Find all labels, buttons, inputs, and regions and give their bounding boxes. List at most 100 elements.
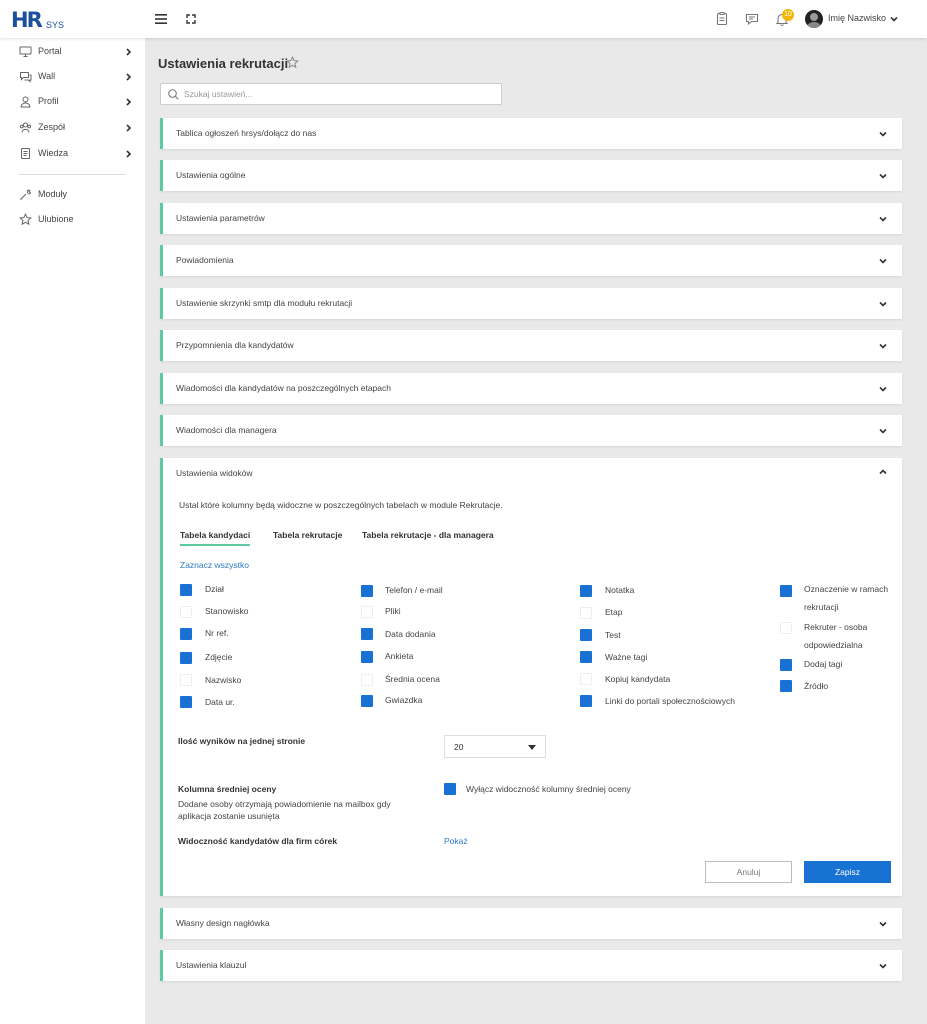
checkbox-oznaczenie[interactable] xyxy=(780,585,792,597)
hrsys-logo[interactable]: HR SYS xyxy=(11,8,71,32)
checkbox-kopiuj-kandydata[interactable] xyxy=(580,673,592,685)
accordion-label: Wiadomości dla managera xyxy=(176,425,277,435)
sidebar-item-profil[interactable]: Profil xyxy=(0,91,145,113)
sidebar-item-moduly[interactable]: Moduły xyxy=(0,184,145,206)
checkbox-label: Nr ref. xyxy=(205,628,229,638)
accordion-general-settings[interactable]: Ustawienia ogólne xyxy=(160,160,902,191)
select-all-link[interactable]: Zaznacz wszystko xyxy=(180,560,249,570)
accordion-label: Wiadomości dla kandydatów na poszczególn… xyxy=(176,383,391,393)
sidebar-item-label: Portal xyxy=(38,46,62,56)
logo-main-text: HR xyxy=(11,8,43,32)
chat-icon xyxy=(20,72,32,83)
checkbox-label: Rekruter - osoba odpowiedzialna xyxy=(804,622,868,650)
sidebar-item-zespol[interactable]: Zespół xyxy=(0,117,145,139)
hamburger-menu-icon[interactable] xyxy=(152,10,170,28)
panel-title: Ustawienia widoków xyxy=(176,468,253,478)
logo-sub-text: SYS xyxy=(46,20,65,30)
checkbox-label: Notatka xyxy=(605,585,635,595)
chevron-right-icon xyxy=(126,124,132,132)
checkbox-label: Dział xyxy=(205,584,224,594)
show-link[interactable]: Pokaż xyxy=(444,836,468,846)
avg-rating-description-line1: Dodane osoby otrzymają powiadomienie na … xyxy=(178,799,391,809)
checkbox-data-dodania[interactable] xyxy=(361,628,373,640)
sidebar-item-wall[interactable]: Wall xyxy=(0,66,145,88)
select-value: 20 xyxy=(454,742,464,752)
checkbox-label: Data ur. xyxy=(205,697,235,707)
checkbox-disable-avg-rating[interactable] xyxy=(444,783,456,795)
checkbox-telefon-email[interactable] xyxy=(361,585,373,597)
accordion-candidate-stage-messages[interactable]: Wiadomości dla kandydatów na poszczególn… xyxy=(160,373,902,404)
accordion-notifications[interactable]: Powiadomienia xyxy=(160,245,902,276)
sidebar-item-portal[interactable]: Portal xyxy=(0,41,145,63)
save-button[interactable]: Zapisz xyxy=(804,861,891,883)
sidebar-item-label: Profil xyxy=(38,96,59,106)
accordion-label: Tablica ogłoszeń hrsys/dołącz do nas xyxy=(176,128,317,138)
chevron-down-icon xyxy=(879,173,887,179)
sidebar-item-label: Wall xyxy=(38,71,56,81)
avg-rating-label: Kolumna średniej oceny xyxy=(178,784,277,794)
accordion-manager-messages[interactable]: Wiadomości dla managera xyxy=(160,415,902,446)
checkbox-gwiazdka[interactable] xyxy=(361,695,373,707)
checkbox-zrodlo[interactable] xyxy=(780,680,792,692)
results-per-page-select[interactable]: 20 xyxy=(444,735,546,758)
sidebar-item-ulubione[interactable]: Ulubione xyxy=(0,209,145,231)
checkbox-linki-portale[interactable] xyxy=(580,695,592,707)
checkbox-nr-ref[interactable] xyxy=(180,628,192,640)
search-input[interactable] xyxy=(184,87,494,101)
checkbox-srednia-ocena[interactable] xyxy=(361,674,373,686)
accordion-label: Przypomnienia dla kandydatów xyxy=(176,340,294,350)
accordion-label: Ustawienia klauzul xyxy=(176,960,247,970)
panel-description: Ustal które kolumny będą widoczne w posz… xyxy=(179,500,503,510)
checkbox-notatka[interactable] xyxy=(580,585,592,597)
checkbox-zdjecie[interactable] xyxy=(180,652,192,664)
user-name[interactable]: Imię Nazwisko xyxy=(828,13,886,23)
chevron-right-icon xyxy=(126,98,132,106)
messages-icon[interactable] xyxy=(743,10,761,28)
user-avatar[interactable] xyxy=(805,10,823,28)
accordion-smtp-settings[interactable]: Ustawienie skrzynki smtp dla modułu rekr… xyxy=(160,288,902,319)
checkbox-pliki[interactable] xyxy=(361,606,373,618)
accordion-job-board[interactable]: Tablica ogłoszeń hrsys/dołącz do nas xyxy=(160,118,902,149)
favorite-star-icon[interactable] xyxy=(286,56,299,69)
checkbox-label: Gwiazdka xyxy=(385,695,423,705)
chevron-down-icon[interactable] xyxy=(889,14,899,24)
chevron-up-icon[interactable] xyxy=(878,467,888,477)
checkbox-label: Oznaczenie w ramach rekrutacji xyxy=(804,584,889,612)
accordion-label: Ustawienia ogólne xyxy=(176,170,246,180)
checkbox-rekruter[interactable] xyxy=(780,622,792,634)
tab-candidates-table[interactable]: Tabela kandydaci xyxy=(180,530,251,546)
checkbox-dzial[interactable] xyxy=(180,584,192,596)
tab-recruitments-manager-table[interactable]: Tabela rekrutacje - dla managera xyxy=(362,530,494,546)
checkbox-wazne-tagi[interactable] xyxy=(580,651,592,663)
checkbox-dodaj-tagi[interactable] xyxy=(780,659,792,671)
chevron-down-icon xyxy=(879,343,887,349)
avg-rating-description-line2: aplikacja zostanie usunięta xyxy=(178,811,280,821)
checkbox-etap[interactable] xyxy=(580,607,592,619)
checkbox-label: Data dodania xyxy=(385,629,436,639)
accordion-candidate-reminders[interactable]: Przypomnienia dla kandydatów xyxy=(160,330,902,361)
checkbox-label: Kopiuj kandydata xyxy=(605,674,671,684)
chevron-down-icon xyxy=(879,301,887,307)
checkbox-label: Wyłącz widoczność kolumny średniej oceny xyxy=(466,784,631,794)
checkbox-label: Ankieta xyxy=(385,651,414,661)
checkbox-data-ur[interactable] xyxy=(180,696,192,708)
checkbox-stanowisko[interactable] xyxy=(180,606,192,618)
accordion-parameter-settings[interactable]: Ustawienia parametrów xyxy=(160,203,902,234)
chevron-right-icon xyxy=(126,48,132,56)
caret-down-icon xyxy=(528,745,536,750)
settings-search[interactable] xyxy=(160,83,502,105)
checkbox-test[interactable] xyxy=(580,629,592,641)
checkbox-label: Dodaj tagi xyxy=(804,659,843,669)
checkbox-nazwisko[interactable] xyxy=(180,674,192,686)
chevron-down-icon xyxy=(879,386,887,392)
clipboard-icon[interactable] xyxy=(713,10,731,28)
chevron-down-icon xyxy=(879,963,887,969)
fullscreen-icon[interactable] xyxy=(182,10,200,28)
accordion-label: Ustawienia parametrów xyxy=(176,213,265,223)
sidebar-item-wiedza[interactable]: Wiedza xyxy=(0,143,145,165)
checkbox-ankieta[interactable] xyxy=(361,651,373,663)
accordion-clause-settings[interactable]: Ustawienia klauzul xyxy=(160,950,902,981)
tab-recruitments-table[interactable]: Tabela rekrutacje xyxy=(273,530,342,546)
accordion-header-design[interactable]: Własny design nagłówka xyxy=(160,908,902,939)
cancel-button[interactable]: Anuluj xyxy=(705,861,792,883)
